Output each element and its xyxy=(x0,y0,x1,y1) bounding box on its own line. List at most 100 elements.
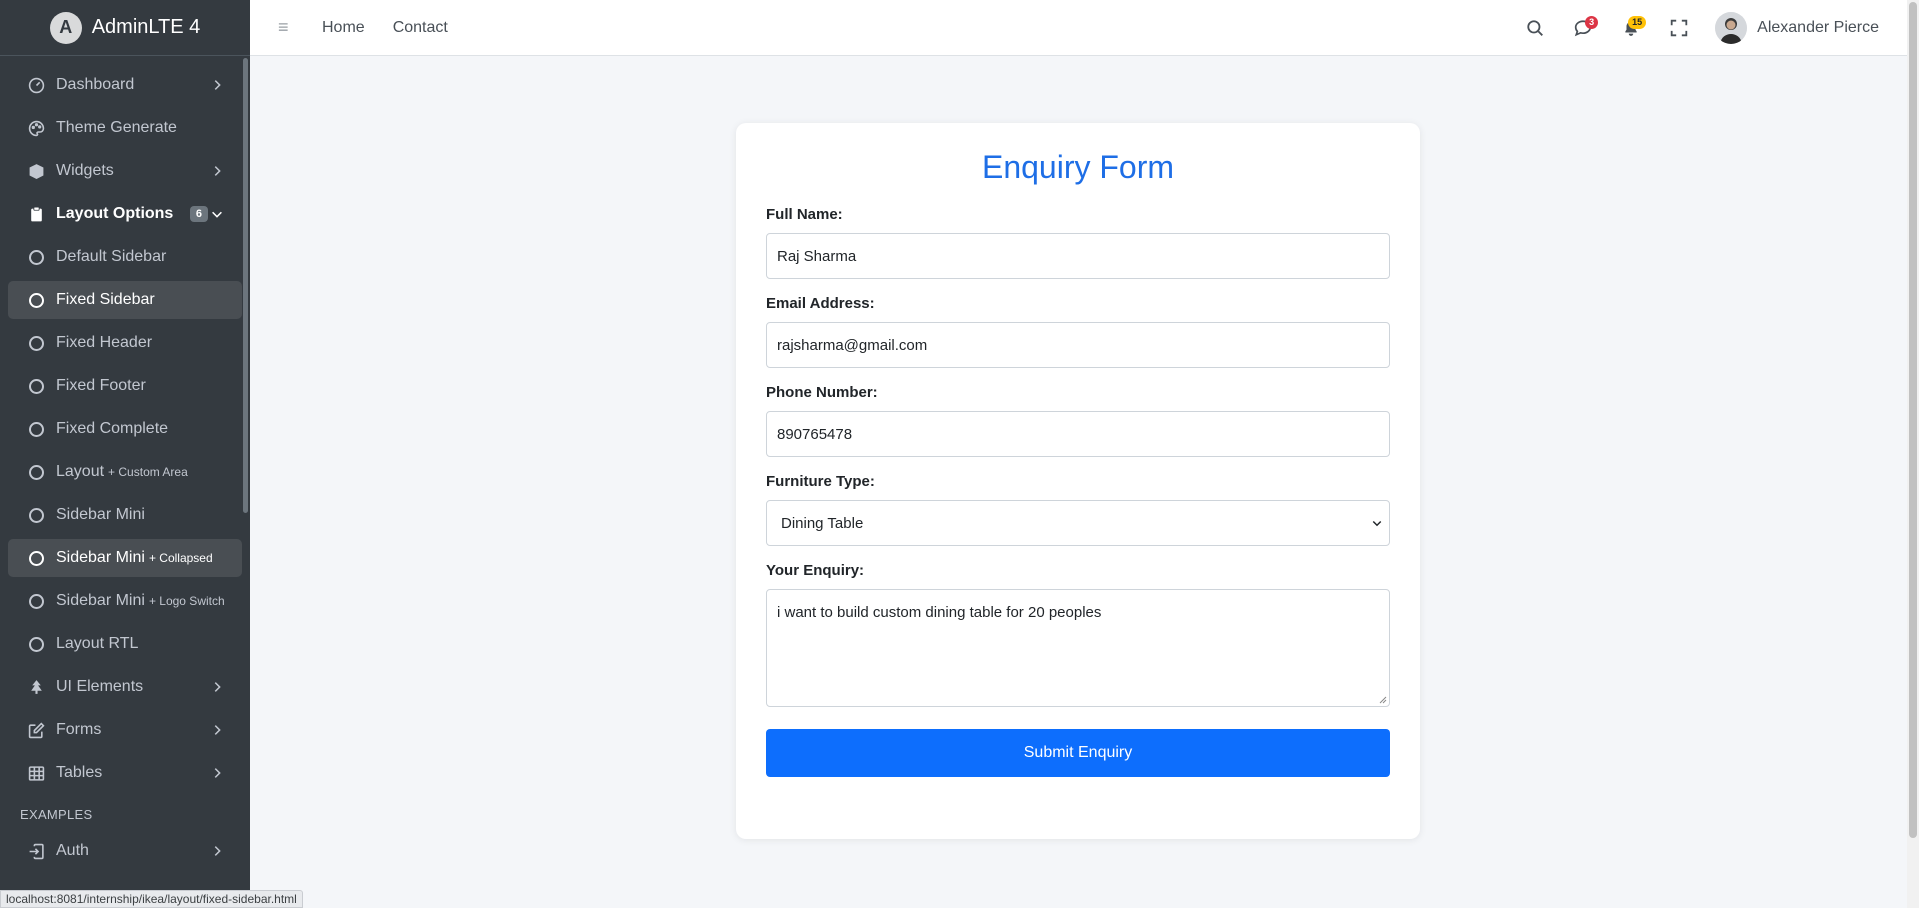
sidebar-item-sublabel: + Custom Area xyxy=(108,465,188,479)
sidebar-item-label: Layout Options xyxy=(56,205,174,222)
sidebar-item-label: Sidebar Mini xyxy=(56,549,145,566)
notifications-count-badge: 15 xyxy=(1628,16,1647,29)
sidebar-item-theme-generate[interactable]: Theme Generate xyxy=(8,109,242,147)
sidebar-item-forms[interactable]: Forms xyxy=(8,711,242,749)
sidebar-item-sidebar-mini-logo-switch[interactable]: Sidebar Mini + Logo Switch xyxy=(8,582,242,620)
enquiry-label: Your Enquiry: xyxy=(766,562,865,579)
nav-link-home[interactable]: Home xyxy=(322,19,365,37)
sidebar-item-sublabel: + Collapsed xyxy=(148,551,213,565)
sidebar-item-widgets[interactable]: Widgets xyxy=(8,152,242,190)
sidebar-item-label: Auth xyxy=(56,842,89,859)
sidebar-item-fixed-sidebar[interactable]: Fixed Sidebar xyxy=(8,281,242,319)
chevron-right-icon xyxy=(214,768,221,778)
sidebar-item-fixed-footer[interactable]: Fixed Footer xyxy=(8,367,242,405)
sidebar-scrollbar[interactable] xyxy=(243,58,248,513)
box-icon xyxy=(27,162,45,180)
email-label: Email Address: xyxy=(766,295,875,312)
chevron-right-icon xyxy=(214,80,221,90)
chevron-right-icon xyxy=(214,846,221,856)
sidebar-item-sublabel: + Logo Switch xyxy=(148,594,225,608)
furniture-selected-value: Dining Table xyxy=(781,514,864,532)
furniture-select[interactable]: Dining Table xyxy=(766,500,1390,546)
circle-icon xyxy=(27,420,45,438)
count-badge: 6 xyxy=(189,206,208,222)
brand-link[interactable]: A AdminLTE 4 xyxy=(0,0,250,56)
chevron-right-icon xyxy=(214,166,221,176)
full-name-label: Full Name: xyxy=(766,206,843,223)
fullscreen-icon[interactable] xyxy=(1655,0,1703,56)
status-bar-url: localhost:8081/internship/ikea/layout/fi… xyxy=(0,890,303,908)
sidebar-item-ui-elements[interactable]: UI Elements xyxy=(8,668,242,706)
avatar xyxy=(1715,12,1748,44)
email-input[interactable]: rajsharma@gmail.com xyxy=(766,322,1390,368)
sidebar-item-default-sidebar[interactable]: Default Sidebar xyxy=(8,238,242,276)
furniture-group: Furniture Type: Dining Table xyxy=(766,473,1390,546)
sidebar-item-label: Fixed Sidebar xyxy=(56,291,155,308)
sidebar-item-tables[interactable]: Tables xyxy=(8,754,242,792)
notifications-button[interactable]: 15 xyxy=(1607,0,1655,56)
sidebar-item-label: Sidebar Mini xyxy=(56,592,145,609)
enquiry-text: i want to build custom dining table for … xyxy=(777,604,1102,621)
circle-icon xyxy=(27,592,45,610)
sidebar-item-layout-options[interactable]: Layout Options 6 xyxy=(8,195,242,233)
circle-icon xyxy=(27,334,45,352)
chevron-down-icon xyxy=(212,211,222,218)
phone-group: Phone Number: 890765478 xyxy=(766,384,1390,457)
circle-icon xyxy=(27,506,45,524)
sidebar-section-header: EXAMPLES xyxy=(20,807,93,822)
submit-enquiry-button[interactable]: Submit Enquiry xyxy=(766,729,1390,777)
clipboard-icon xyxy=(27,205,45,223)
circle-icon xyxy=(27,291,45,309)
menu-toggle-icon[interactable]: ≡ xyxy=(278,17,294,38)
circle-icon xyxy=(27,549,45,567)
sidebar-item-label: Fixed Footer xyxy=(56,377,146,394)
email-group: Email Address: rajsharma@gmail.com xyxy=(766,295,1390,368)
circle-icon xyxy=(27,248,45,266)
palette-icon xyxy=(27,119,45,137)
brand-logo-icon: A xyxy=(49,11,82,44)
sidebar-item-auth[interactable]: Auth xyxy=(8,832,242,870)
circle-icon xyxy=(27,463,45,481)
sidebar-item-fixed-complete[interactable]: Fixed Complete xyxy=(8,410,242,448)
full-name-input[interactable]: Raj Sharma xyxy=(766,233,1390,279)
speedometer-icon xyxy=(27,76,45,94)
sidebar-item-label: Tables xyxy=(56,764,103,781)
phone-label: Phone Number: xyxy=(766,384,878,401)
sidebar-item-fixed-header[interactable]: Fixed Header xyxy=(8,324,242,362)
box-arrow-in-right-icon xyxy=(27,842,45,860)
sidebar-item-sidebar-mini-collapsed[interactable]: Sidebar Mini + Collapsed xyxy=(8,539,242,577)
chevron-down-icon xyxy=(1372,520,1382,527)
phone-input[interactable]: 890765478 xyxy=(766,411,1390,457)
chevron-right-icon xyxy=(214,725,221,735)
sidebar-item-label: Sidebar Mini xyxy=(56,506,145,523)
sidebar-item-label: Forms xyxy=(56,721,102,738)
user-menu[interactable]: Alexander Pierce xyxy=(1703,0,1907,56)
messages-count-badge: 3 xyxy=(1585,16,1599,29)
sidebar-item-label: Default Sidebar xyxy=(56,248,167,265)
page-scrollbar[interactable] xyxy=(1907,0,1919,908)
sidebar-item-label: Widgets xyxy=(56,162,114,179)
enquiry-form-card: Enquiry Form Full Name: Raj Sharma Email… xyxy=(736,123,1420,839)
nav-link-contact[interactable]: Contact xyxy=(393,19,448,37)
sidebar-item-layout-custom-area[interactable]: Layout + Custom Area xyxy=(8,453,242,491)
table-icon xyxy=(27,764,45,782)
enquiry-group: Your Enquiry: i want to build custom din… xyxy=(766,562,1390,707)
resize-grip-icon[interactable] xyxy=(1379,696,1387,704)
sidebar-item-sidebar-mini[interactable]: Sidebar Mini xyxy=(8,496,242,534)
messages-button[interactable]: 3 xyxy=(1559,0,1607,56)
sidebar-item-label: Layout xyxy=(56,463,105,480)
sidebar-item-label: UI Elements xyxy=(56,678,144,695)
sidebar-item-label: Layout RTL xyxy=(56,635,139,652)
sidebar-item-label: Dashboard xyxy=(56,76,135,93)
furniture-label: Furniture Type: xyxy=(766,473,875,490)
sidebar-item-layout-rtl[interactable]: Layout RTL xyxy=(8,625,242,663)
sidebar-nav: Dashboard Theme Generate Widgets Layout … xyxy=(0,56,250,870)
sidebar-item-label: Fixed Header xyxy=(56,334,153,351)
search-icon[interactable] xyxy=(1511,0,1559,56)
full-name-group: Full Name: Raj Sharma xyxy=(766,206,1390,279)
sidebar-item-dashboard[interactable]: Dashboard xyxy=(8,66,242,104)
enquiry-textarea[interactable]: i want to build custom dining table for … xyxy=(766,589,1390,707)
user-name: Alexander Pierce xyxy=(1757,19,1879,36)
page-scrollbar-thumb[interactable] xyxy=(1909,2,1917,838)
navbar-right: 3 15 Alexander Pierce xyxy=(1511,0,1907,56)
